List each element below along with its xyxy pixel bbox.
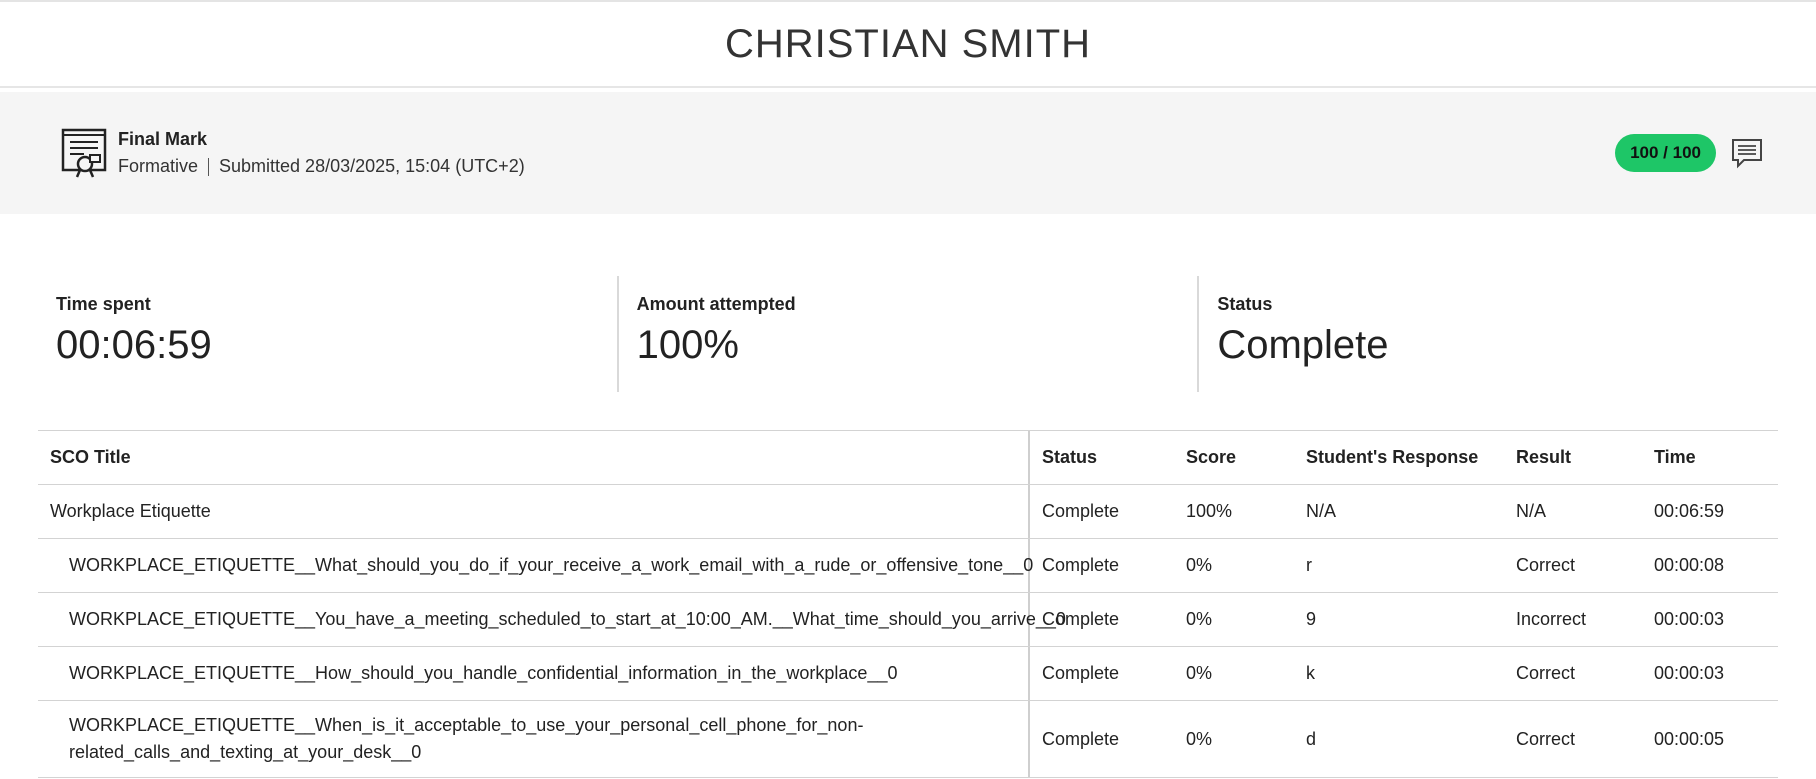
response-cell: 9	[1306, 609, 1317, 629]
sco-title-line: related_calls_and_texting_at_your_desk__…	[69, 742, 422, 762]
stat-label: Time spent	[56, 294, 151, 314]
stat-label: Status	[1217, 294, 1273, 314]
time-cell: 00:00:03	[1654, 609, 1725, 629]
response-cell: k	[1306, 663, 1315, 683]
table-header-row: SCO Title Status Score Student's Respons…	[38, 431, 1778, 485]
score-badge: 100 / 100	[1615, 134, 1716, 172]
final-mark-meta: Formative Submitted 28/03/2025, 15:04 (U…	[118, 156, 525, 177]
time-cell: 00:00:05	[1654, 728, 1725, 749]
status-cell: Complete	[1042, 501, 1120, 521]
final-mark-title: Final Mark	[118, 129, 208, 149]
sco-title-line: WORKPLACE_ETIQUETTE__When_is_it_acceptab…	[69, 715, 864, 735]
table-row[interactable]: Workplace Etiquette Complete 100% N/A N/…	[38, 485, 1778, 539]
stat-label: Amount attempted	[636, 294, 796, 314]
sco-title-cell: WORKPLACE_ETIQUETTE__How_should_you_hand…	[38, 647, 1030, 700]
column-header-status[interactable]: Status	[1030, 431, 1174, 484]
score-cell: 0%	[1186, 663, 1213, 683]
status-cell: Complete	[1042, 555, 1120, 575]
time-cell: 00:00:08	[1654, 555, 1725, 575]
score-cell: 0%	[1186, 609, 1213, 629]
table-row[interactable]: WORKPLACE_ETIQUETTE__When_is_it_acceptab…	[38, 701, 1778, 778]
time-cell: 00:06:59	[1654, 501, 1725, 521]
final-mark-info: Final Mark Formative Submitted 28/03/202…	[118, 129, 525, 177]
time-cell: 00:00:03	[1654, 663, 1725, 683]
table-row[interactable]: WORKPLACE_ETIQUETTE__You_have_a_meeting_…	[38, 593, 1778, 647]
column-header-time[interactable]: Time	[1642, 431, 1778, 484]
response-cell: r	[1306, 555, 1312, 575]
status-cell: Complete	[1042, 728, 1120, 749]
stat-amount-attempted: Amount attempted 100%	[616, 276, 1198, 392]
page-header: CHRISTIAN SMITH	[0, 2, 1816, 88]
table-row[interactable]: WORKPLACE_ETIQUETTE__What_should_you_do_…	[38, 539, 1778, 593]
score-cell: 0%	[1186, 728, 1213, 749]
result-cell: Correct	[1516, 663, 1576, 683]
sco-results-table: SCO Title Status Score Student's Respons…	[38, 430, 1778, 778]
sco-title-cell: WORKPLACE_ETIQUETTE__You_have_a_meeting_…	[38, 593, 1066, 646]
result-cell: Correct	[1516, 728, 1576, 749]
sco-title-cell: WORKPLACE_ETIQUETTE__What_should_you_do_…	[38, 539, 1033, 592]
stat-value: 00:06:59	[56, 323, 212, 367]
response-cell: N/A	[1306, 501, 1337, 521]
stat-status: Status Complete	[1197, 276, 1778, 392]
column-header-response[interactable]: Student's Response	[1294, 431, 1504, 484]
stat-value: Complete	[1217, 323, 1389, 367]
comment-icon[interactable]	[1730, 136, 1764, 170]
assessment-type: Formative	[118, 156, 199, 176]
meta-separator	[208, 157, 210, 176]
stat-value: 100%	[636, 323, 739, 367]
score-cell: 0%	[1186, 555, 1213, 575]
column-header-score[interactable]: Score	[1174, 431, 1294, 484]
result-cell: Correct	[1516, 555, 1576, 575]
score-cell: 100%	[1186, 501, 1233, 521]
table-row[interactable]: WORKPLACE_ETIQUETTE__How_should_you_hand…	[38, 647, 1778, 701]
column-header-result[interactable]: Result	[1504, 431, 1642, 484]
response-cell: d	[1306, 728, 1317, 749]
status-cell: Complete	[1042, 609, 1120, 629]
stat-time-spent: Time spent 00:06:59	[38, 276, 617, 392]
result-cell: Incorrect	[1516, 609, 1587, 629]
summary-stats: Time spent 00:06:59 Amount attempted 100…	[38, 276, 1778, 392]
status-cell: Complete	[1042, 663, 1120, 683]
certificate-icon	[61, 128, 107, 178]
final-mark-panel: Final Mark Formative Submitted 28/03/202…	[0, 92, 1816, 214]
result-cell: N/A	[1516, 501, 1547, 521]
submitted-date: Submitted 28/03/2025, 15:04 (UTC+2)	[219, 156, 525, 176]
sco-title-cell: WORKPLACE_ETIQUETTE__When_is_it_acceptab…	[38, 701, 1030, 777]
student-name: CHRISTIAN SMITH	[724, 21, 1092, 66]
sco-title-cell: Workplace Etiquette	[38, 485, 1030, 538]
column-header-sco-title[interactable]: SCO Title	[38, 431, 1030, 484]
